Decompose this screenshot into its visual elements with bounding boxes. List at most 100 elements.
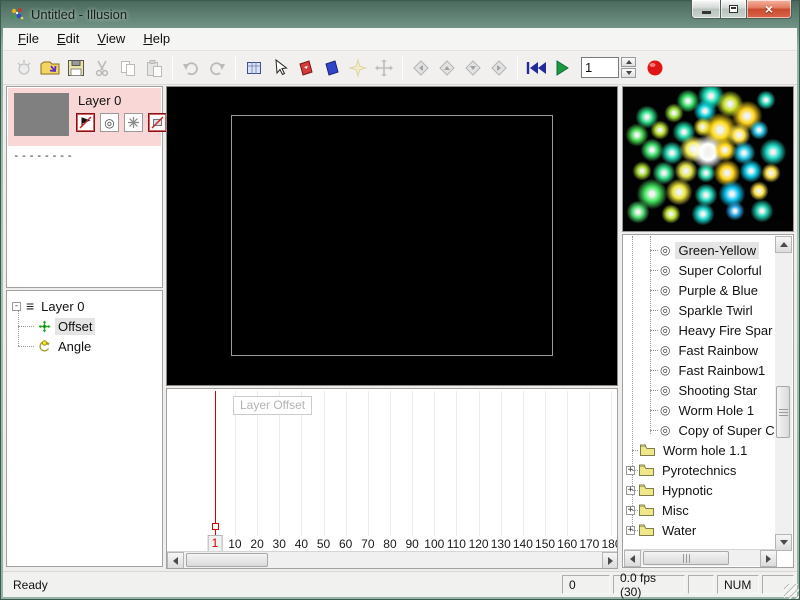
library-item-worm-hole-1-1[interactable]: Worm hole 1.1 xyxy=(624,440,777,460)
layer-thumbnail[interactable] xyxy=(14,93,69,136)
ruler-tick[interactable]: 170 xyxy=(579,537,599,551)
play-button[interactable] xyxy=(549,55,575,81)
ruler-tick[interactable]: 30 xyxy=(273,537,286,551)
red-marker-button[interactable] xyxy=(293,55,319,81)
scrollbar-thumb[interactable] xyxy=(186,553,268,567)
ruler-tick[interactable]: 80 xyxy=(383,537,396,551)
ruler-tick[interactable]: 70 xyxy=(361,537,374,551)
emitter-icon: ◎ xyxy=(660,424,670,436)
minimize-button[interactable] xyxy=(691,0,720,19)
keyframe-marker[interactable] xyxy=(212,523,219,530)
scroll-right-button[interactable] xyxy=(760,550,777,567)
scrollbar-thumb[interactable] xyxy=(776,386,790,438)
property-item-layer-0[interactable]: -≡Layer 0 xyxy=(8,296,161,316)
collapse-icon[interactable]: - xyxy=(12,302,21,311)
frame-spin-up-button[interactable] xyxy=(621,57,636,67)
restore-button[interactable] xyxy=(720,0,747,19)
rewind-button[interactable] xyxy=(523,55,549,81)
library-item-label: Pyrotechnics xyxy=(659,462,739,479)
resize-grip[interactable] xyxy=(784,584,799,599)
ruler-tick[interactable]: 110 xyxy=(447,537,466,551)
property-item-offset[interactable]: Offset xyxy=(8,316,161,336)
scrollbar-thumb[interactable] xyxy=(643,551,729,565)
scroll-left-button[interactable] xyxy=(624,550,641,567)
ruler-tick[interactable]: 120 xyxy=(469,537,489,551)
property-item-angle[interactable]: Angle xyxy=(8,336,161,356)
particle-glow xyxy=(661,204,681,224)
ruler-tick[interactable]: 10 xyxy=(228,537,241,551)
menu-help[interactable]: Help xyxy=(134,29,179,49)
menu-view[interactable]: View xyxy=(88,29,134,49)
ruler-tick[interactable]: 40 xyxy=(295,537,308,551)
library-item-sparkle-twirl[interactable]: ◎Sparkle Twirl xyxy=(624,300,777,320)
library-item-label: Worm Hole 1 xyxy=(675,402,757,419)
tree-guide-stub xyxy=(632,510,638,511)
title-bar[interactable]: Untitled - Illusion × xyxy=(0,0,800,28)
library-item-hypnotic[interactable]: +Hypnotic xyxy=(624,480,777,500)
library-item-pyrotechnics[interactable]: +Pyrotechnics xyxy=(624,460,777,480)
layer-particles-toggle[interactable] xyxy=(124,113,143,132)
particle-glow xyxy=(626,200,650,224)
undo-button xyxy=(178,55,204,81)
close-button[interactable]: × xyxy=(747,0,792,19)
timeline-playhead[interactable] xyxy=(215,391,216,539)
open-button[interactable] xyxy=(37,55,63,81)
library-item-purple-blue[interactable]: ◎Purple & Blue xyxy=(624,280,777,300)
library-item-super-colorful[interactable]: ◎Super Colorful xyxy=(624,260,777,280)
library-item-fast-rainbow[interactable]: ◎ Fast Rainbow xyxy=(624,340,777,360)
library-item-label: Fast Rainbow xyxy=(675,342,760,359)
save-button[interactable] xyxy=(63,55,89,81)
ruler-tick[interactable]: 20 xyxy=(250,537,263,551)
layer-row[interactable]: Layer 0 ◎ xyxy=(8,88,161,146)
blue-marker-button[interactable] xyxy=(319,55,345,81)
frame-spinner-value[interactable]: 1 xyxy=(581,57,619,78)
ruler-tick[interactable]: 150 xyxy=(535,537,555,551)
ruler-tick[interactable]: 90 xyxy=(405,537,418,551)
select-tool-button[interactable] xyxy=(267,55,293,81)
library-item-label: Copy of Super C xyxy=(675,422,777,439)
library-item-shooting-star[interactable]: ◎Shooting Star xyxy=(624,380,777,400)
ruler-tick[interactable]: 50 xyxy=(317,537,330,551)
library-item-water[interactable]: +Water xyxy=(624,520,777,540)
layer-background-toggle[interactable] xyxy=(148,113,167,132)
timeline-panel[interactable]: Layer Offset 110203040506070809010011012… xyxy=(166,388,618,569)
ruler-tick[interactable]: 130 xyxy=(491,537,511,551)
timeline-gridline xyxy=(368,391,369,536)
library-item-misc[interactable]: +Misc xyxy=(624,500,777,520)
emitter-icon: ◎ xyxy=(660,344,670,356)
library-horizontal-scrollbar[interactable] xyxy=(624,549,777,566)
ruler-tick[interactable]: 140 xyxy=(513,537,533,551)
layer-emitter-toggle[interactable]: ◎ xyxy=(100,113,119,132)
scroll-down-button[interactable] xyxy=(775,534,792,551)
library-item-copy-of-super-c[interactable]: ◎ Copy of Super C xyxy=(624,420,777,440)
layer-flag-toggle[interactable] xyxy=(76,113,95,132)
particle-glow xyxy=(650,120,670,140)
library-item-fast-rainbow1[interactable]: ◎Fast Rainbow1 xyxy=(624,360,777,380)
menu-file[interactable]: File xyxy=(9,29,48,49)
library-item-heavy-fire-spar[interactable]: ◎Heavy Fire Spar xyxy=(624,320,777,340)
ruler-tick[interactable]: 60 xyxy=(339,537,352,551)
nudge-up-button xyxy=(434,55,460,81)
scroll-right-button[interactable] xyxy=(602,552,618,569)
library-item-green-yellow[interactable]: ◎Green-Yellow xyxy=(624,240,777,260)
menu-edit[interactable]: Edit xyxy=(48,29,88,49)
layer-list-panel: Layer 0 ◎ -------- xyxy=(6,86,163,288)
library-item-worm-hole-1[interactable]: ◎ Worm Hole 1 xyxy=(624,400,777,420)
scroll-up-button[interactable] xyxy=(775,236,792,253)
current-frame-indicator[interactable]: 1 xyxy=(208,535,223,552)
emitter-icon: ◎ xyxy=(660,404,670,416)
stage-preview[interactable] xyxy=(166,86,618,386)
scroll-left-button[interactable] xyxy=(167,552,184,569)
copy-button xyxy=(115,55,141,81)
ruler-tick[interactable]: 160 xyxy=(557,537,577,551)
timeline-horizontal-scrollbar[interactable] xyxy=(167,551,618,568)
particle-glow xyxy=(739,159,763,183)
status-message: Ready xyxy=(6,575,559,594)
ruler-tick[interactable]: 100 xyxy=(424,537,444,551)
frame-spin-down-button[interactable] xyxy=(621,68,636,78)
record-button[interactable] xyxy=(642,55,668,81)
layer-name-label: Layer 0 xyxy=(78,93,121,108)
ruler-tick[interactable]: 180 xyxy=(601,537,618,551)
preview-window-button[interactable] xyxy=(241,55,267,81)
library-vertical-scrollbar[interactable] xyxy=(775,236,792,551)
